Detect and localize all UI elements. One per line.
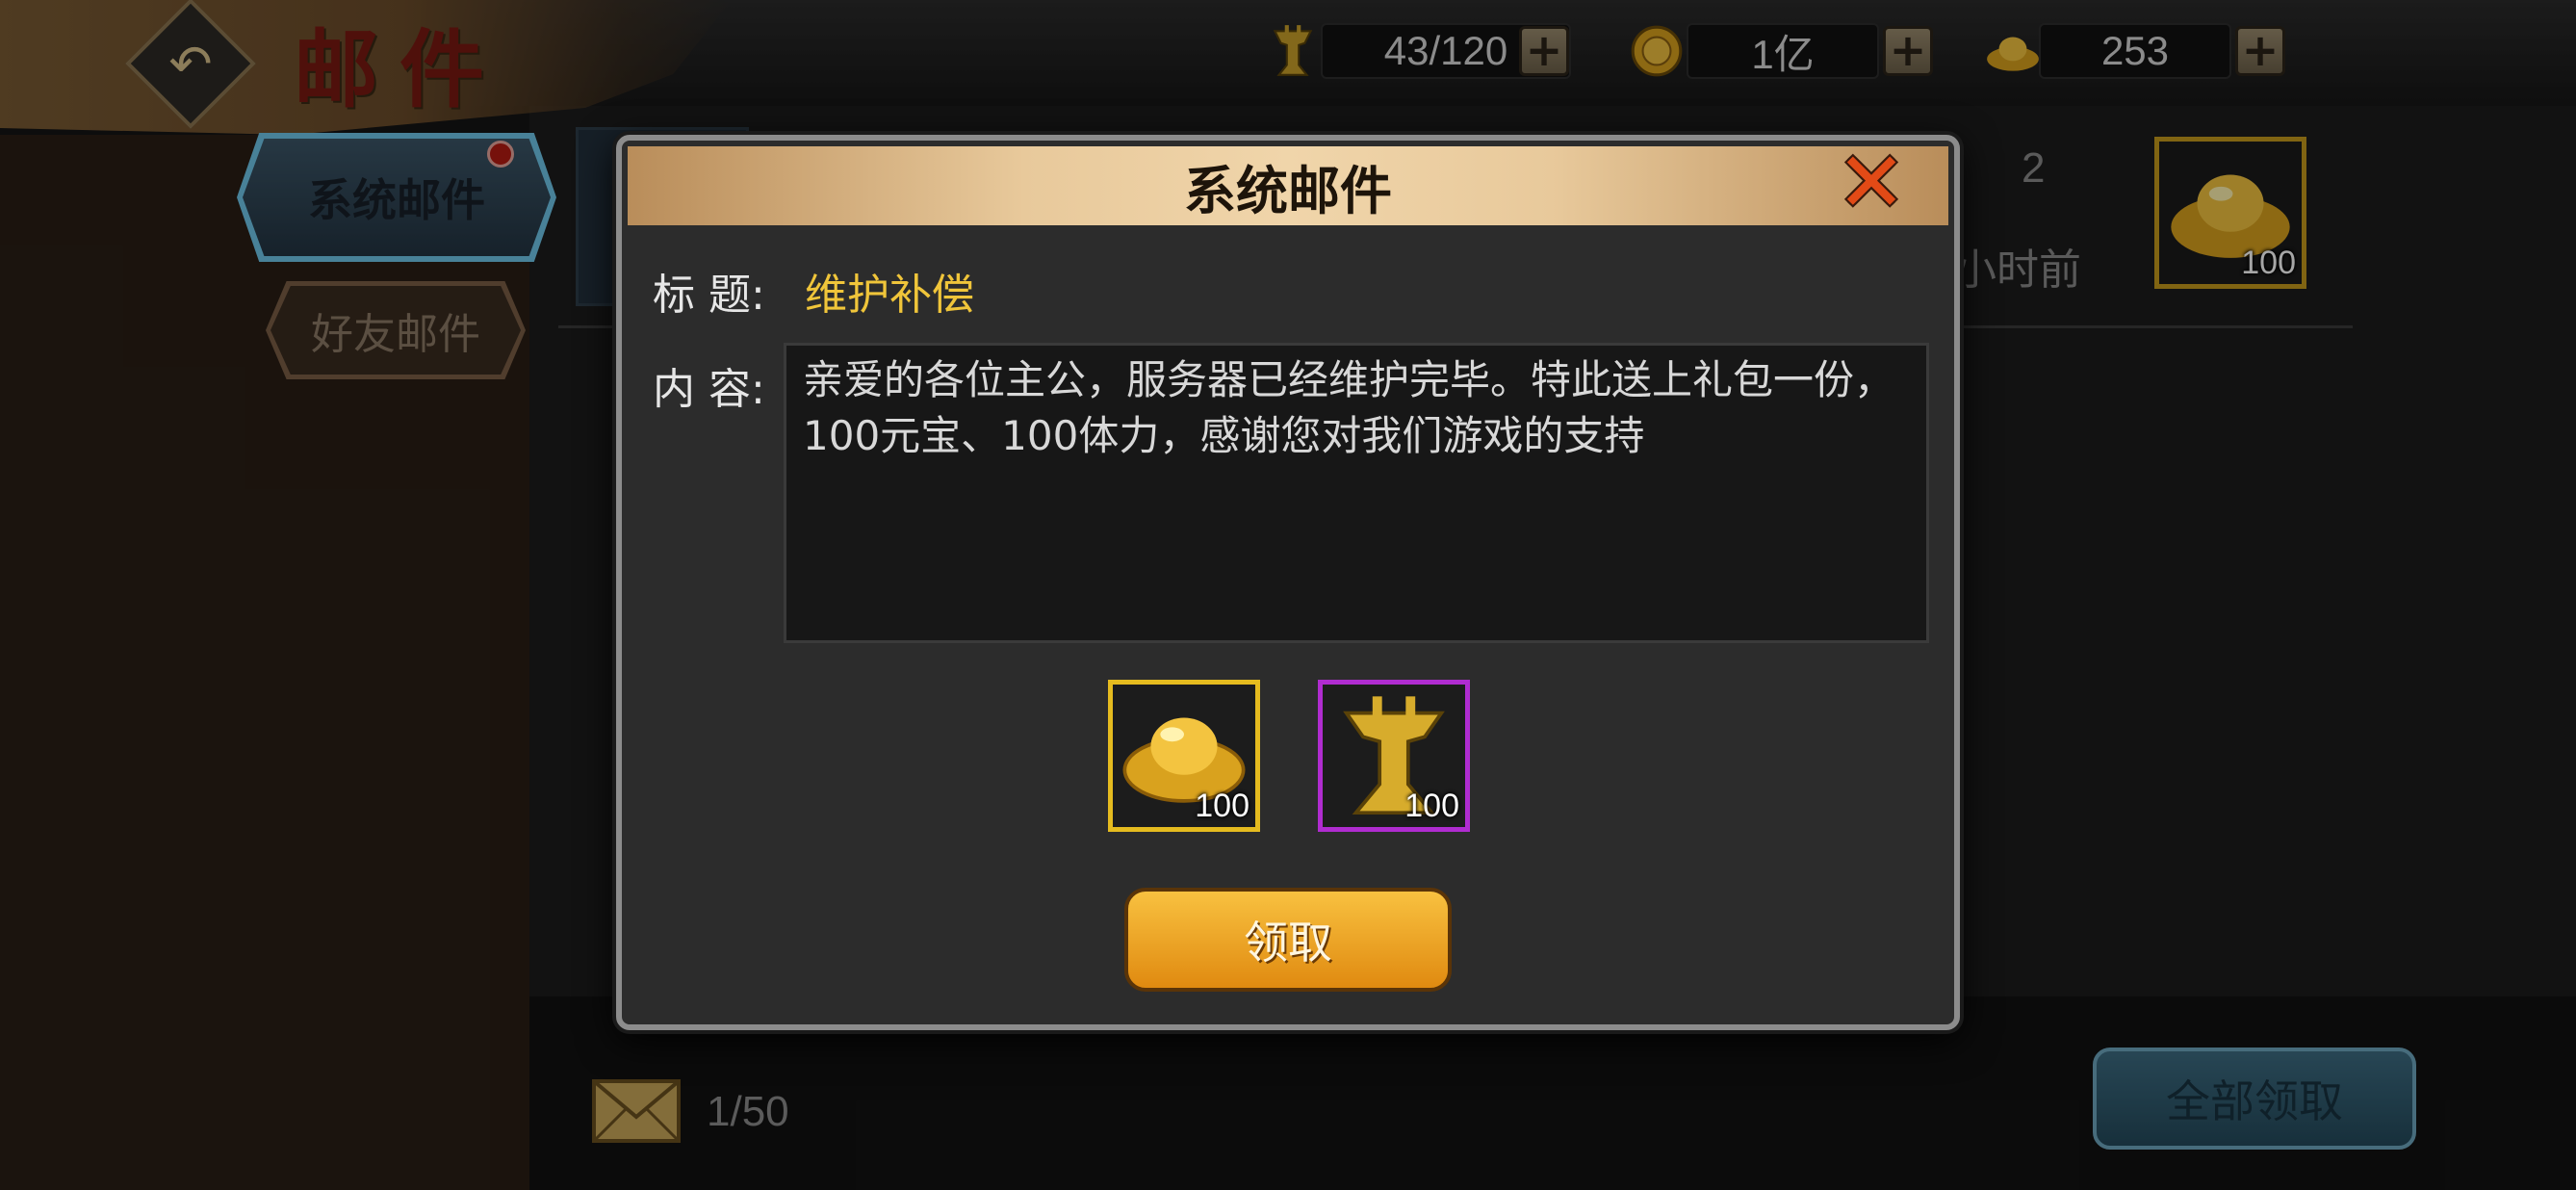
content-text: 亲爱的各位主公，服务器已经维护完毕。特此送上礼包一份，100元宝、100体力，感… (803, 356, 1895, 459)
claim-button[interactable]: 领取 (1124, 888, 1452, 992)
reward-count: 100 (1404, 788, 1459, 824)
reward-count: 100 (1195, 788, 1249, 824)
close-icon[interactable]: ✕ (1837, 135, 1906, 231)
reward-item-stamina[interactable]: 100 (1318, 680, 1470, 832)
subject-label: 标 题: (653, 271, 765, 320)
dialog-title: 系统邮件 (1184, 160, 1392, 221)
subject-value: 维护补偿 (805, 271, 974, 320)
content-label: 内 容: (653, 365, 765, 414)
close-button[interactable]: ✕ (1833, 135, 1910, 231)
reward-item-ingot[interactable]: 100 (1108, 680, 1260, 832)
